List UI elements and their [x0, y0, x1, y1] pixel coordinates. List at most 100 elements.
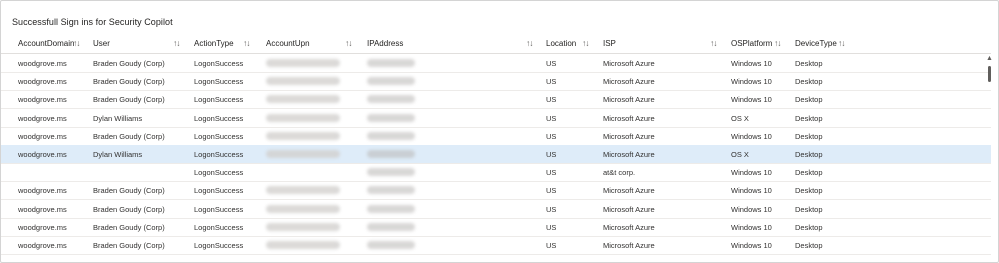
cell-actiontype: LogonSuccess	[194, 150, 244, 159]
table-row[interactable]: woodgrove.ms Braden Goudy (Corp) LogonSucc…	[1, 54, 991, 73]
cell-accountupn-redacted	[266, 186, 340, 195]
cell-location: US	[546, 222, 557, 232]
cell-ipaddress-redacted	[367, 168, 415, 177]
cell-osplatform: Windows 10	[731, 222, 772, 232]
table-row[interactable]: woodgrove.ms Braden Goudy (Corp) LogonSucc…	[1, 181, 991, 201]
cell-user: Braden Goudy (Corp)	[93, 131, 165, 141]
cell-accountupn-redacted	[266, 241, 340, 249]
cell-osplatform: Windows 10	[731, 204, 772, 214]
table-row[interactable]: LogonSuccess US at&t corp. Windows 10 Deskto…	[1, 163, 991, 183]
cell-location: US	[546, 186, 557, 196]
cell-location: US	[546, 150, 557, 159]
column-header-accountdomain[interactable]: AccountDomain	[18, 39, 74, 48]
cell-devicetype: Desktop	[795, 131, 823, 141]
cell-location: US	[546, 241, 557, 250]
sort-user-icon[interactable]: ↑↓	[173, 38, 180, 48]
sort-isp-icon[interactable]: ↑↓	[710, 38, 717, 48]
cell-actiontype: LogonSuccess	[194, 113, 244, 123]
cell-osplatform: Windows 10	[731, 131, 772, 141]
cell-accountdomain: woodgrove.ms	[18, 186, 67, 196]
column-header-isp[interactable]: ISP	[603, 39, 616, 48]
cell-accountupn-redacted	[266, 95, 340, 104]
cell-ipaddress-redacted	[367, 95, 415, 104]
cell-user: Braden Goudy (Corp)	[93, 241, 165, 250]
cell-osplatform: OS X	[731, 150, 749, 159]
cell-accountdomain: woodgrove.ms	[18, 59, 67, 68]
cell-accountupn-redacted	[266, 113, 340, 122]
cell-user: Braden Goudy (Corp)	[93, 204, 165, 214]
cell-accountdomain: woodgrove.ms	[18, 222, 67, 232]
cell-user: Braden Goudy (Corp)	[93, 77, 165, 87]
table-row[interactable]: woodgrove.ms Dylan Williams LogonSuccess US…	[1, 109, 991, 128]
cell-devicetype: Desktop	[795, 95, 823, 105]
cell-accountupn-redacted	[266, 204, 340, 213]
cell-isp: Microsoft Azure	[603, 77, 655, 87]
cell-accountdomain: woodgrove.ms	[18, 204, 67, 214]
column-header-osplatform[interactable]: OSPlatform	[731, 39, 772, 48]
column-header-accountupn[interactable]: AccountUpn	[266, 39, 310, 48]
sort-devicetype-icon[interactable]: ↑↓	[838, 38, 845, 48]
cell-accountdomain: woodgrove.ms	[18, 241, 67, 250]
cell-isp: Microsoft Azure	[603, 131, 655, 141]
cell-actiontype: LogonSuccess	[194, 95, 244, 105]
cell-user: Braden Goudy (Corp)	[93, 186, 165, 196]
cell-accountdomain: woodgrove.ms	[18, 95, 67, 105]
cell-actiontype: LogonSuccess	[194, 186, 244, 196]
cell-actiontype: LogonSuccess	[194, 77, 244, 87]
cell-location: US	[546, 131, 557, 141]
cell-accountupn-redacted	[266, 59, 340, 67]
cell-user: Braden Goudy (Corp)	[93, 222, 165, 232]
cell-devicetype: Desktop	[795, 222, 823, 232]
cell-devicetype: Desktop	[795, 150, 823, 159]
cell-location: US	[546, 95, 557, 105]
cell-user: Braden Goudy (Corp)	[93, 59, 165, 68]
table-row[interactable]: woodgrove.ms Braden Goudy (Corp) LogonSucc…	[1, 200, 991, 219]
cell-user: Braden Goudy (Corp)	[93, 95, 165, 105]
cell-accountdomain: woodgrove.ms	[18, 150, 67, 159]
column-header-user[interactable]: User	[93, 39, 110, 48]
cell-location: US	[546, 204, 557, 214]
cell-location: US	[546, 77, 557, 87]
table-row[interactable]: woodgrove.ms Braden Goudy (Corp) LogonSucc…	[1, 218, 991, 237]
cell-osplatform: Windows 10	[731, 59, 772, 68]
cell-accountdomain: woodgrove.ms	[18, 131, 67, 141]
sort-osplatform-icon[interactable]: ↑↓	[774, 38, 781, 48]
sort-ipaddress-icon[interactable]: ↑↓	[526, 38, 533, 48]
cell-accountupn-redacted	[266, 222, 340, 231]
column-header-devicetype[interactable]: DeviceType	[795, 39, 837, 48]
table-row[interactable]: woodgrove.ms Dylan Williams LogonSuccess US…	[1, 145, 991, 164]
scroll-thumb[interactable]	[988, 66, 991, 82]
cell-isp: at&t corp.	[603, 168, 636, 178]
cell-devicetype: Desktop	[795, 168, 823, 178]
cell-osplatform: Windows 10	[731, 95, 772, 105]
cell-ipaddress-redacted	[367, 77, 415, 86]
cell-user: Dylan Williams	[93, 150, 143, 159]
table-row[interactable]: woodgrove.ms Braden Goudy (Corp) LogonSucc…	[1, 236, 991, 255]
sort-accountdomain-icon[interactable]: ↑↓	[73, 38, 80, 48]
cell-actiontype: LogonSuccess	[194, 59, 244, 68]
table-row[interactable]: woodgrove.ms Braden Goudy (Corp) LogonSucc…	[1, 90, 991, 110]
column-header-actiontype[interactable]: ActionType	[194, 39, 234, 48]
cell-isp: Microsoft Azure	[603, 186, 655, 196]
cell-devicetype: Desktop	[795, 59, 823, 68]
cell-ipaddress-redacted	[367, 222, 415, 231]
cell-accountupn-redacted	[266, 150, 340, 158]
column-header-ipaddress[interactable]: IPAddress	[367, 39, 403, 48]
cell-isp: Microsoft Azure	[603, 150, 655, 159]
cell-isp: Microsoft Azure	[603, 59, 655, 68]
column-header-location[interactable]: Location	[546, 39, 576, 48]
cell-isp: Microsoft Azure	[603, 113, 655, 123]
table-row[interactable]: woodgrove.ms Braden Goudy (Corp) LogonSucc…	[1, 72, 991, 92]
cell-devicetype: Desktop	[795, 204, 823, 214]
table-row[interactable]: woodgrove.ms Braden Goudy (Corp) LogonSucc…	[1, 127, 991, 146]
sort-actiontype-icon[interactable]: ↑↓	[243, 38, 250, 48]
vertical-scrollbar[interactable]: ▲	[985, 54, 994, 260]
scroll-up-arrow-icon[interactable]: ▲	[985, 54, 994, 63]
cell-accountdomain: woodgrove.ms	[18, 113, 67, 123]
cell-actiontype: LogonSuccess	[194, 204, 244, 214]
cell-isp: Microsoft Azure	[603, 204, 655, 214]
cell-accountdomain: woodgrove.ms	[18, 77, 67, 87]
sort-location-icon[interactable]: ↑↓	[582, 38, 589, 48]
cell-accountupn-redacted	[266, 131, 340, 140]
sort-accountupn-icon[interactable]: ↑↓	[345, 38, 352, 48]
